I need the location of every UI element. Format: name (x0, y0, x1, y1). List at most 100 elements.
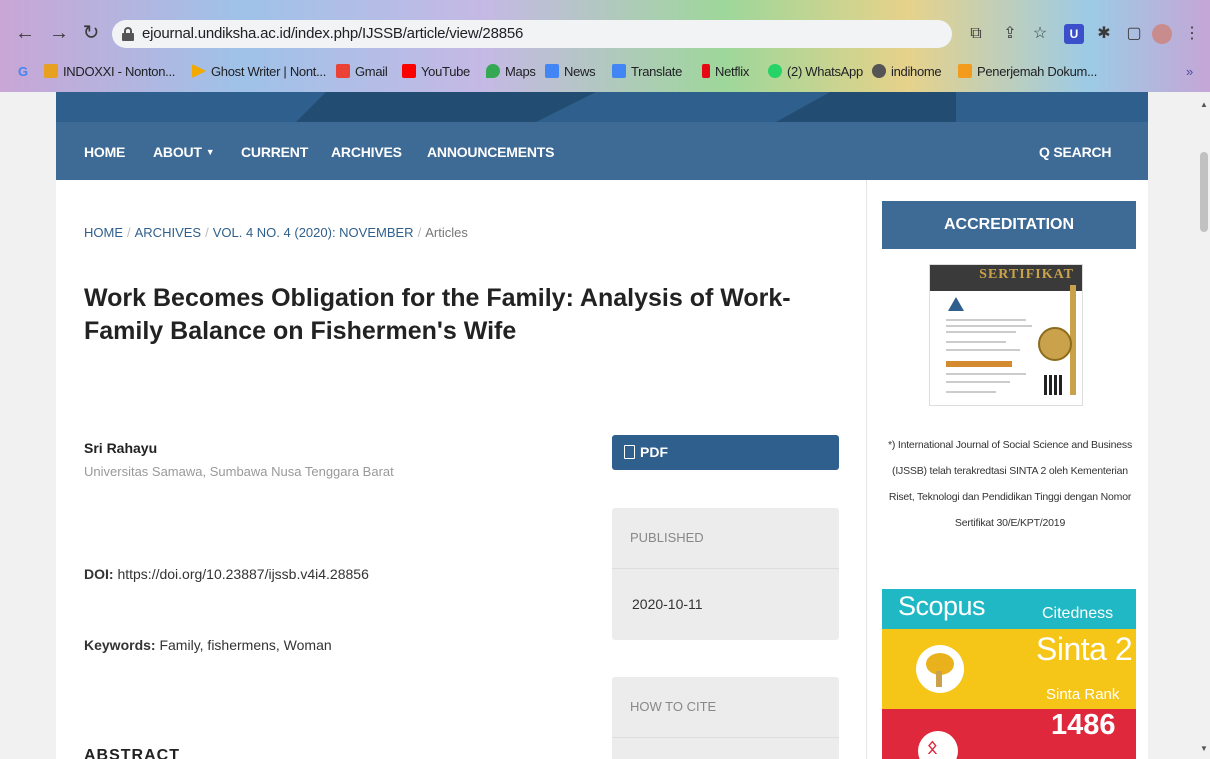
search-icon: Q (1039, 144, 1050, 160)
pdf-download-button[interactable]: PDF (612, 435, 839, 470)
bookmark-gmail[interactable]: Gmail (336, 64, 388, 79)
how-to-cite-block: HOW TO CITE (612, 677, 839, 759)
browser-chrome: ← → ↻ ejournal.undiksha.ac.id/index.php/… (0, 0, 1210, 92)
whatsapp-icon (768, 64, 782, 78)
certificate-text-line (946, 341, 1006, 343)
google-icon[interactable]: G (18, 64, 28, 79)
gmail-icon (336, 64, 350, 78)
caret-down-icon: ▼ (205, 147, 215, 157)
published-label: PUBLISHED (630, 530, 704, 545)
sinta-level: Sinta 2 (1036, 631, 1133, 667)
netflix-icon (702, 64, 710, 78)
translate-page-icon[interactable]: ⧉ (966, 24, 986, 44)
abstract-heading: ABSTRACT (84, 747, 180, 759)
keywords-value: Family, fishermens, Woman (159, 637, 332, 653)
citedness-label: Citedness (1042, 605, 1114, 622)
breadcrumb-separator: / (417, 225, 422, 240)
breadcrumb-separator: / (127, 225, 131, 240)
how-to-cite-label: HOW TO CITE (630, 699, 717, 714)
back-icon[interactable]: ← (14, 22, 36, 44)
banner-decoration (776, 92, 956, 122)
more-bookmarks-chevron-icon[interactable]: » (1186, 64, 1193, 79)
bookmark-netflix[interactable]: Netflix (702, 64, 749, 79)
reload-icon[interactable]: ↻ (80, 22, 102, 44)
scroll-up-arrow-icon[interactable]: ▲ (1200, 100, 1208, 109)
published-date: 2020-10-11 (632, 596, 703, 612)
bookmark-ghost-writer[interactable]: Ghost Writer | Nont... (192, 64, 326, 79)
side-panel-icon[interactable]: ▢ (1124, 24, 1144, 44)
bookmark-news[interactable]: News (545, 64, 596, 79)
accreditation-text: *) International Journal of Social Scien… (887, 439, 1133, 529)
nav-search[interactable]: Q SEARCH (1039, 144, 1112, 160)
scopus-citedness-badge[interactable]: Scopus Citedness (882, 589, 1136, 629)
certificate-text-line (946, 381, 1010, 383)
breadcrumb-current: Articles (425, 225, 468, 240)
profile-avatar-icon[interactable] (1152, 24, 1172, 44)
bookmark-star-icon[interactable]: ☆ (1030, 24, 1050, 44)
breadcrumb-separator: / (205, 225, 209, 240)
breadcrumb-issue[interactable]: VOL. 4 NO. 4 (2020): NOVEMBER (213, 225, 414, 240)
bookmark-youtube[interactable]: YouTube (402, 64, 470, 79)
bookmark-translate[interactable]: Translate (612, 64, 682, 79)
nav-current[interactable]: CURRENT (241, 144, 308, 160)
sinta-badge[interactable]: Sinta 2 Sinta Rank (882, 629, 1136, 709)
pdf-file-icon (624, 445, 635, 459)
main-navbar: HOME ABOUT ▼ CURRENT ARCHIVES ANNOUNCEMEN… (56, 122, 1148, 180)
extension-icon[interactable]: U (1064, 24, 1084, 44)
nav-about-label: ABOUT (153, 144, 202, 160)
nav-archives[interactable]: ARCHIVES (331, 144, 402, 160)
accreditation-heading: ACCREDITATION (882, 201, 1136, 249)
news-icon (545, 64, 559, 78)
extensions-puzzle-icon[interactable]: ✱ (1094, 24, 1114, 44)
header-banner (56, 92, 1148, 122)
scopus-logo: Scopus (898, 591, 986, 621)
sinta-certificate-image[interactable]: SERTIFIKAT (929, 264, 1083, 406)
certificate-text-line (946, 349, 1020, 351)
certificate-banner (946, 361, 1012, 367)
scroll-down-arrow-icon[interactable]: ▼ (1200, 744, 1208, 753)
doi-link[interactable]: https://doi.org/10.23887/ijssb.v4i4.2885… (117, 566, 368, 582)
lock-icon (122, 27, 134, 41)
document-icon (958, 64, 972, 78)
translate-icon (612, 64, 626, 78)
vertical-scrollbar[interactable]: ▲ ▼ (1198, 92, 1210, 759)
bookmark-whatsapp[interactable]: (2) WhatsApp (768, 64, 863, 79)
sinta-rank-badge[interactable]: ᛟ 1486 (882, 709, 1136, 759)
bookmark-penerjemah[interactable]: Penerjemah Dokum... (958, 64, 1097, 79)
share-icon[interactable]: ⇪ (1000, 24, 1020, 44)
forward-icon[interactable]: → (48, 22, 70, 44)
nav-search-label: SEARCH (1053, 144, 1112, 160)
doi-line: DOI: https://doi.org/10.23887/ijssb.v4i4… (84, 566, 369, 582)
nav-home[interactable]: HOME (84, 144, 125, 160)
bookmark-maps[interactable]: Maps (486, 64, 536, 79)
globe-icon (872, 64, 886, 78)
youtube-icon (402, 64, 416, 78)
nav-about[interactable]: ABOUT ▼ (153, 144, 215, 160)
bookmark-indoxxi[interactable]: INDOXXI - Nonton... (44, 64, 175, 79)
certificate-title: SERTIFIKAT (979, 267, 1074, 282)
ministry-logo-icon (948, 297, 964, 311)
divider (612, 737, 839, 738)
certificate-text-line (946, 373, 1026, 375)
nav-announcements[interactable]: ANNOUNCEMENTS (427, 144, 554, 160)
bookmark-indihome[interactable]: indihome (872, 64, 942, 79)
sidebar-divider (866, 180, 867, 759)
maps-pin-icon (486, 64, 500, 78)
rank-logo-icon: ᛟ (918, 731, 958, 759)
article-title: Work Becomes Obligation for the Family: … (84, 284, 791, 345)
bookmark-favicon-icon (44, 64, 58, 78)
keywords-label: Keywords: (84, 637, 156, 653)
breadcrumb-archives[interactable]: ARCHIVES (135, 225, 201, 240)
sinta-rank-label: Sinta Rank (1046, 686, 1120, 703)
author-name: Sri Rahayu (84, 440, 158, 456)
rank-number: 1486 (1051, 709, 1116, 741)
url-text[interactable]: ejournal.undiksha.ac.id/index.php/IJSSB/… (142, 25, 523, 42)
scrollbar-thumb[interactable] (1200, 152, 1208, 232)
divider (612, 568, 839, 569)
pdf-button-label: PDF (640, 444, 668, 460)
address-bar[interactable]: ejournal.undiksha.ac.id/index.php/IJSSB/… (112, 20, 952, 48)
certificate-text-line (946, 319, 1026, 321)
menu-dots-icon[interactable]: ⋮ (1182, 24, 1202, 44)
certificate-text-line (946, 331, 1016, 333)
breadcrumb-home[interactable]: HOME (84, 225, 123, 240)
